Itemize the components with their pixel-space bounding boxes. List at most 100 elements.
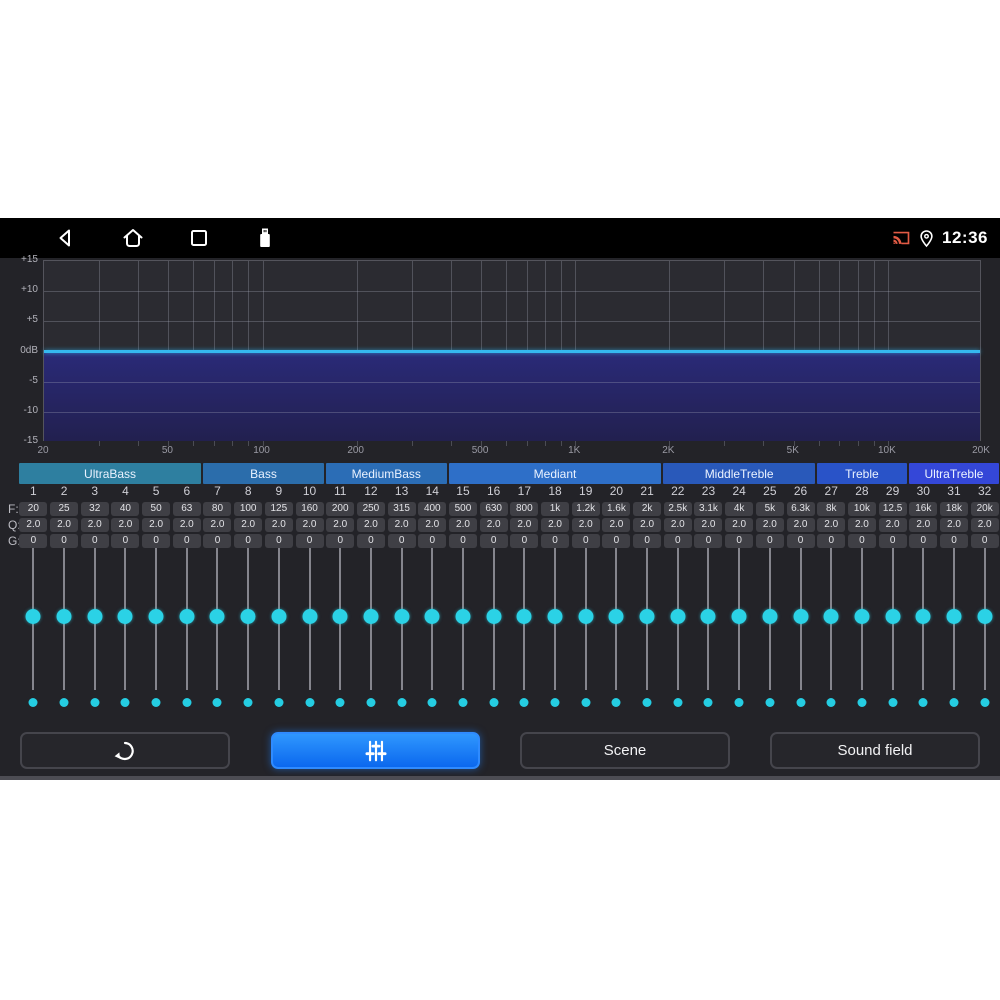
frequency-value[interactable]: 1.6k	[602, 502, 631, 516]
slider-bottom-dot[interactable]	[212, 698, 222, 707]
slider-knob[interactable]	[56, 609, 72, 624]
frequency-value[interactable]: 500	[448, 502, 477, 516]
slider-knob[interactable]	[240, 609, 256, 624]
slider-knob[interactable]	[516, 609, 532, 624]
slider-knob[interactable]	[762, 609, 778, 624]
q-value[interactable]: 2.0	[817, 518, 846, 532]
slider-knob[interactable]	[332, 609, 348, 624]
slider-bottom-dot[interactable]	[949, 698, 959, 707]
gain-value[interactable]: 0	[602, 534, 631, 548]
gain-value[interactable]: 0	[142, 534, 171, 548]
gain-value[interactable]: 0	[234, 534, 263, 548]
slider-bottom-dot[interactable]	[581, 698, 591, 707]
q-value[interactable]: 2.0	[633, 518, 662, 532]
slider-bottom-dot[interactable]	[642, 698, 652, 707]
q-value[interactable]: 2.0	[663, 518, 692, 532]
q-value[interactable]: 2.0	[878, 518, 907, 532]
slider-bottom-dot[interactable]	[888, 698, 898, 707]
slider-bottom-dot[interactable]	[274, 698, 284, 707]
slider-knob[interactable]	[578, 609, 594, 624]
scene-button[interactable]: Scene	[520, 732, 730, 769]
slider-knob[interactable]	[977, 609, 993, 624]
slider-bottom-dot[interactable]	[703, 698, 713, 707]
gain-value[interactable]: 0	[541, 534, 570, 548]
frequency-value[interactable]: 40	[111, 502, 140, 516]
sound-field-button[interactable]: Sound field	[770, 732, 980, 769]
q-value[interactable]: 2.0	[694, 518, 723, 532]
slider-knob[interactable]	[486, 609, 502, 624]
gain-value[interactable]: 0	[172, 534, 201, 548]
slider-knob[interactable]	[455, 609, 471, 624]
slider-knob[interactable]	[854, 609, 870, 624]
frequency-value[interactable]: 100	[234, 502, 263, 516]
slider-knob[interactable]	[302, 609, 318, 624]
q-value[interactable]: 2.0	[970, 518, 999, 532]
gain-value[interactable]: 0	[19, 534, 48, 548]
slider-knob[interactable]	[885, 609, 901, 624]
gain-value[interactable]: 0	[694, 534, 723, 548]
q-value[interactable]: 2.0	[939, 518, 968, 532]
gain-value[interactable]: 0	[571, 534, 600, 548]
slider-knob[interactable]	[148, 609, 164, 624]
gain-value[interactable]: 0	[80, 534, 109, 548]
frequency-value[interactable]: 3.1k	[694, 502, 723, 516]
equalizer-button[interactable]	[271, 732, 480, 769]
gain-value[interactable]: 0	[847, 534, 876, 548]
q-value[interactable]: 2.0	[479, 518, 508, 532]
slider-bottom-dot[interactable]	[734, 698, 744, 707]
frequency-value[interactable]: 32	[80, 502, 109, 516]
slider-knob[interactable]	[731, 609, 747, 624]
gain-value[interactable]: 0	[633, 534, 662, 548]
q-value[interactable]: 2.0	[541, 518, 570, 532]
slider-bottom-dot[interactable]	[59, 698, 69, 707]
frequency-value[interactable]: 2.5k	[663, 502, 692, 516]
gain-value[interactable]: 0	[203, 534, 232, 548]
slider-knob[interactable]	[271, 609, 287, 624]
slider-knob[interactable]	[608, 609, 624, 624]
q-value[interactable]: 2.0	[19, 518, 48, 532]
slider-bottom-dot[interactable]	[489, 698, 499, 707]
slider-knob[interactable]	[547, 609, 563, 624]
frequency-value[interactable]: 20	[19, 502, 48, 516]
slider-bottom-dot[interactable]	[335, 698, 345, 707]
slider-knob[interactable]	[363, 609, 379, 624]
q-value[interactable]: 2.0	[142, 518, 171, 532]
q-value[interactable]: 2.0	[356, 518, 385, 532]
gain-value[interactable]: 0	[448, 534, 477, 548]
frequency-value[interactable]: 5k	[755, 502, 784, 516]
slider-bottom-dot[interactable]	[918, 698, 928, 707]
recents-icon[interactable]	[187, 226, 211, 250]
slider-bottom-dot[interactable]	[427, 698, 437, 707]
frequency-value[interactable]: 20k	[970, 502, 999, 516]
slider-bottom-dot[interactable]	[182, 698, 192, 707]
slider-bottom-dot[interactable]	[857, 698, 867, 707]
frequency-value[interactable]: 125	[264, 502, 293, 516]
slider-knob[interactable]	[179, 609, 195, 624]
gain-value[interactable]: 0	[786, 534, 815, 548]
q-value[interactable]: 2.0	[418, 518, 447, 532]
frequency-value[interactable]: 25	[50, 502, 79, 516]
gain-value[interactable]: 0	[939, 534, 968, 548]
q-value[interactable]: 2.0	[80, 518, 109, 532]
gain-value[interactable]: 0	[817, 534, 846, 548]
frequency-value[interactable]: 250	[356, 502, 385, 516]
slider-knob[interactable]	[117, 609, 133, 624]
frequency-value[interactable]: 630	[479, 502, 508, 516]
frequency-value[interactable]: 8k	[817, 502, 846, 516]
frequency-value[interactable]: 4k	[725, 502, 754, 516]
gain-value[interactable]: 0	[387, 534, 416, 548]
gain-value[interactable]: 0	[295, 534, 324, 548]
slider-bottom-dot[interactable]	[611, 698, 621, 707]
slider-bottom-dot[interactable]	[243, 698, 253, 707]
frequency-value[interactable]: 800	[510, 502, 539, 516]
slider-knob[interactable]	[946, 609, 962, 624]
gain-value[interactable]: 0	[725, 534, 754, 548]
slider-bottom-dot[interactable]	[519, 698, 529, 707]
gain-value[interactable]: 0	[663, 534, 692, 548]
frequency-value[interactable]: 10k	[847, 502, 876, 516]
slider-bottom-dot[interactable]	[90, 698, 100, 707]
slider-knob[interactable]	[793, 609, 809, 624]
frequency-value[interactable]: 16k	[909, 502, 938, 516]
q-value[interactable]: 2.0	[571, 518, 600, 532]
q-value[interactable]: 2.0	[50, 518, 79, 532]
